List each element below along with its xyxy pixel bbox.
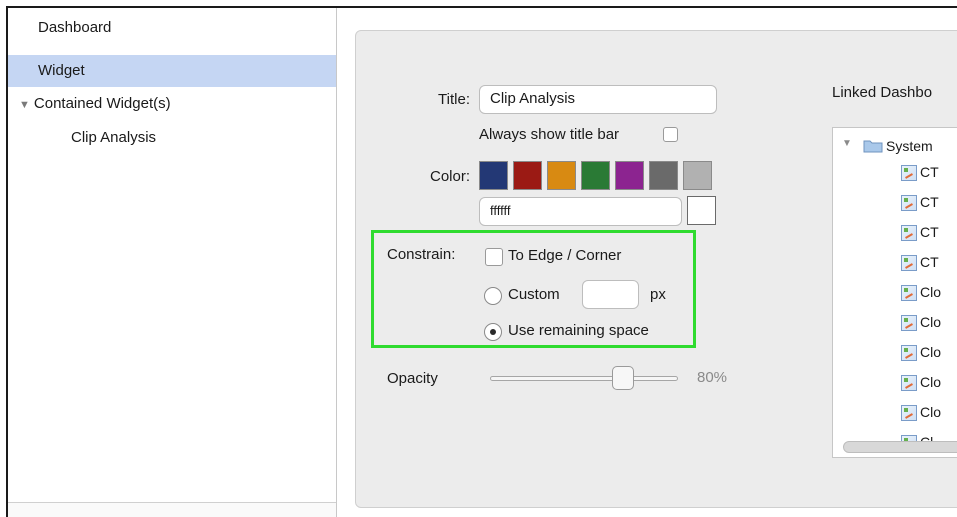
dashboard-icon (901, 405, 917, 421)
dashboard-icon (901, 225, 917, 241)
tree-folder-row[interactable]: ▼ System (833, 134, 957, 160)
disclosure-triangle-icon[interactable]: ▼ (842, 138, 852, 149)
dashboard-icon (901, 375, 917, 391)
sidebar-footer (8, 502, 336, 517)
tree-dashboard-item[interactable]: Clo (833, 370, 957, 396)
tree-dashboard-item[interactable]: Clo (833, 340, 957, 366)
tree-dashboard-label: CT (920, 224, 939, 240)
color-swatch[interactable] (479, 161, 508, 190)
to-edge-corner-label: To Edge / Corner (508, 247, 622, 264)
color-swatch[interactable] (581, 161, 610, 190)
sidebar-item-dashboard[interactable]: Dashboard (8, 12, 336, 44)
tree-dashboard-item[interactable]: Clo (833, 310, 957, 336)
dashboard-icon (901, 255, 917, 271)
constrain-label: Constrain: (387, 246, 456, 263)
custom-px-input[interactable] (582, 280, 639, 309)
always-show-title-bar-label: Always show title bar (479, 126, 620, 143)
color-swatch[interactable] (615, 161, 644, 190)
use-remaining-space-label: Use remaining space (508, 322, 649, 339)
sidebar-item-label: Widget (38, 62, 85, 79)
custom-radio[interactable] (484, 287, 502, 305)
tree-dashboard-label: Clo (920, 314, 942, 330)
tree-dashboard-item[interactable]: CT (833, 250, 957, 276)
tree-dashboard-item[interactable]: CT (833, 190, 957, 216)
opacity-slider-knob[interactable] (611, 366, 634, 390)
sidebar-item-clip-analysis[interactable]: Clip Analysis (8, 122, 336, 154)
opacity-slider-track[interactable] (490, 376, 678, 381)
opacity-label: Opacity (387, 370, 438, 387)
color-preview-swatch[interactable] (687, 196, 716, 225)
tree-dashboard-label: Clo (920, 404, 942, 420)
sidebar: Dashboard Widget ▼ Contained Widget(s) Cl… (8, 8, 337, 517)
linked-dashboards-label: Linked Dashbo (832, 84, 933, 101)
opacity-value: 80% (697, 369, 728, 386)
tree-dashboard-label: CT (920, 194, 939, 210)
dashboard-icon (901, 285, 917, 301)
tree-dashboard-label: Clo (920, 374, 942, 390)
tree-dashboard-label: CT (920, 164, 939, 180)
px-unit-label: px (650, 286, 666, 303)
tree-dashboard-label: Clo (920, 284, 942, 300)
sidebar-item-label: Contained Widget(s) (33, 95, 171, 112)
always-show-title-bar-checkbox[interactable] (663, 127, 678, 142)
color-swatch[interactable] (547, 161, 576, 190)
tree-dashboard-item[interactable]: Clo (833, 400, 957, 426)
use-remaining-space-radio[interactable] (484, 323, 502, 341)
tree-dashboard-item[interactable]: CT (833, 220, 957, 246)
custom-label: Custom (508, 286, 560, 303)
dashboard-icon (901, 195, 917, 211)
linked-dashboards-tree[interactable]: ▼ System CTCTCTCTCloCloCloCloCloCl (832, 127, 957, 458)
dashboard-icon (901, 165, 917, 181)
color-label: Color: (429, 168, 470, 185)
folder-icon (863, 140, 883, 153)
sidebar-item-label: Dashboard (38, 19, 112, 36)
color-swatch[interactable] (513, 161, 542, 190)
color-swatch[interactable] (683, 161, 712, 190)
dashboard-icon (901, 345, 917, 361)
tree-dashboard-item[interactable]: Clo (833, 280, 957, 306)
dashboard-icon (901, 315, 917, 331)
horizontal-scrollbar[interactable] (843, 441, 957, 453)
tree-folder-label: System (886, 138, 933, 154)
tree-dashboard-label: Clo (920, 344, 942, 360)
color-hex-input[interactable]: ffffff (479, 197, 682, 226)
tree-dashboard-item[interactable]: CT (833, 160, 957, 186)
tree-dashboard-label: CT (920, 254, 939, 270)
disclosure-triangle-icon[interactable]: ▼ (19, 99, 30, 111)
title-input[interactable]: Clip Analysis (479, 85, 717, 114)
color-swatch[interactable] (649, 161, 678, 190)
to-edge-corner-checkbox[interactable] (485, 248, 503, 266)
sidebar-item-label: Clip Analysis (71, 129, 157, 146)
title-label: Title: (438, 91, 470, 108)
sidebar-item-contained-widgets[interactable]: ▼ Contained Widget(s) (8, 88, 336, 120)
sidebar-item-widget[interactable]: Widget (8, 55, 336, 87)
